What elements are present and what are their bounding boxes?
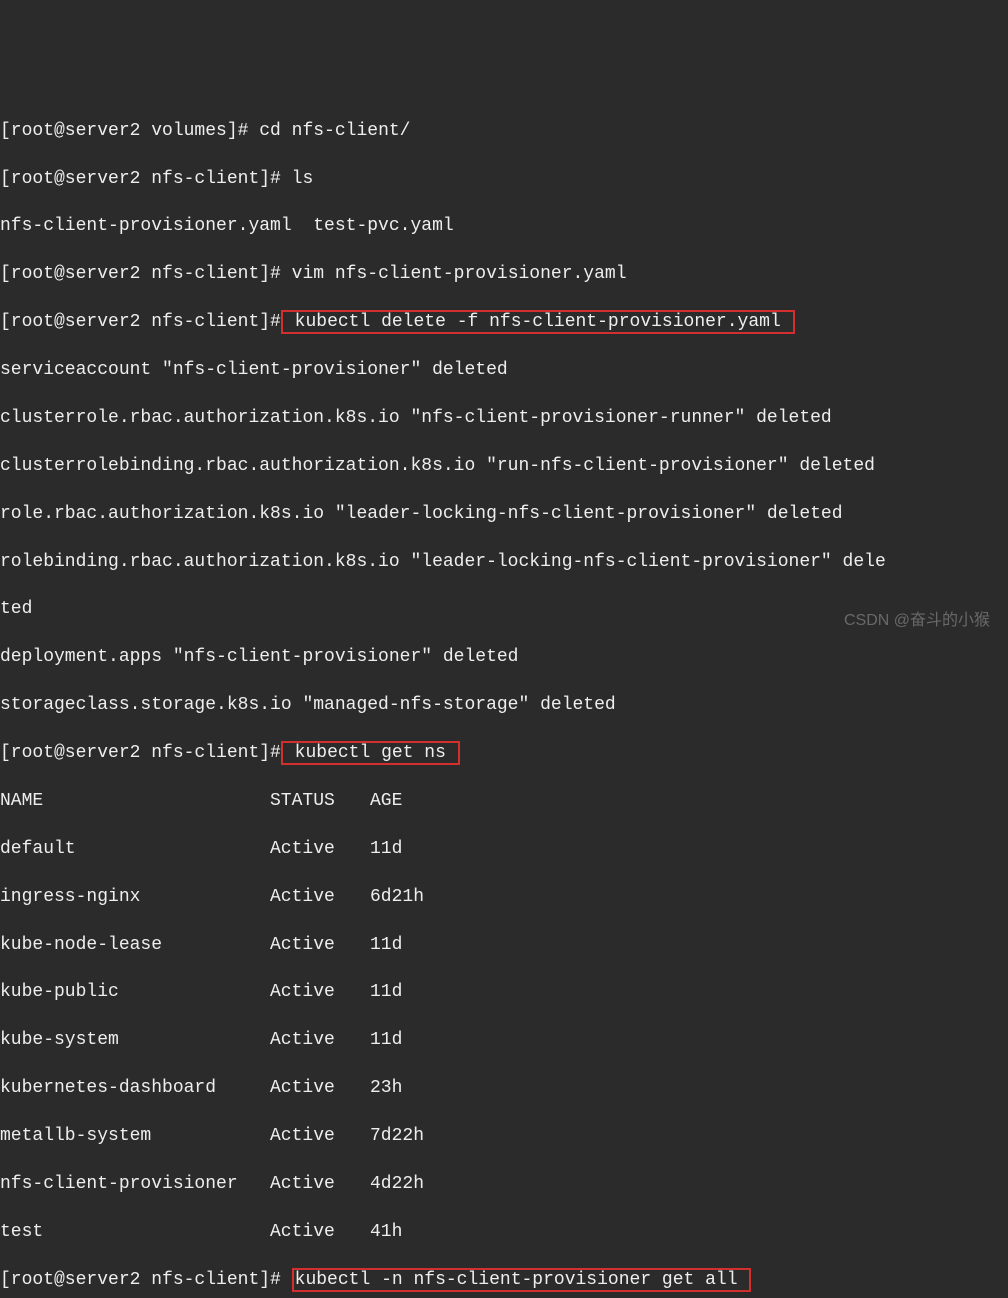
cell-age: 23h <box>370 1077 402 1101</box>
terminal-line: [root@server2 nfs-client]# ls <box>0 168 1008 192</box>
cell-status: Active <box>270 1173 370 1197</box>
terminal-line: [root@server2 nfs-client]# kubectl -n nf… <box>0 1269 1008 1293</box>
table-row: testActive41h <box>0 1221 1008 1245</box>
terminal-line: [root@server2 nfs-client]# kubectl delet… <box>0 311 1008 335</box>
shell-prompt: [root@server2 nfs-client]# <box>0 264 292 284</box>
terminal-line: [root@server2 nfs-client]# vim nfs-clien… <box>0 263 1008 287</box>
command-text: vim nfs-client-provisioner.yaml <box>292 264 627 284</box>
table-row: kubernetes-dashboardActive23h <box>0 1077 1008 1101</box>
watermark-text: CSDN @奋斗的小猴 <box>844 610 990 631</box>
cell-name: default <box>0 838 270 862</box>
highlighted-command: kubectl delete -f nfs-client-provisioner… <box>281 310 795 334</box>
cell-age: 6d21h <box>370 886 424 910</box>
highlighted-command: kubectl -n nfs-client-provisioner get al… <box>292 1268 752 1292</box>
cell-name: nfs-client-provisioner <box>0 1173 270 1197</box>
command-text: ls <box>292 169 314 189</box>
output-text: serviceaccount "nfs-client-provisioner" … <box>0 359 1008 383</box>
cell-status: Active <box>270 886 370 910</box>
cell-name: metallb-system <box>0 1125 270 1149</box>
shell-prompt: [root@server2 nfs-client]# <box>0 312 281 332</box>
cell-name: kube-system <box>0 1029 270 1053</box>
highlighted-command: kubectl get ns <box>281 741 460 765</box>
column-status: STATUS <box>270 790 370 814</box>
output-text: storageclass.storage.k8s.io "managed-nfs… <box>0 694 1008 718</box>
shell-prompt: [root@server2 volumes]# <box>0 121 259 141</box>
table-row: kube-node-leaseActive11d <box>0 934 1008 958</box>
output-text: deployment.apps "nfs-client-provisioner"… <box>0 646 1008 670</box>
output-text: rolebinding.rbac.authorization.k8s.io "l… <box>0 551 1008 575</box>
output-text: clusterrole.rbac.authorization.k8s.io "n… <box>0 407 1008 431</box>
cell-age: 7d22h <box>370 1125 424 1149</box>
table-row: metallb-systemActive7d22h <box>0 1125 1008 1149</box>
table-header: NAMESTATUSAGE <box>0 790 1008 814</box>
cell-age: 11d <box>370 1029 402 1053</box>
output-text: clusterrolebinding.rbac.authorization.k8… <box>0 455 1008 479</box>
cell-status: Active <box>270 1125 370 1149</box>
terminal-line: [root@server2 volumes]# cd nfs-client/ <box>0 120 1008 144</box>
shell-prompt: [root@server2 nfs-client]# <box>0 169 292 189</box>
shell-prompt: [root@server2 nfs-client]# <box>0 743 281 763</box>
cell-status: Active <box>270 934 370 958</box>
command-text: cd nfs-client/ <box>259 121 410 141</box>
terminal-output[interactable]: [root@server2 volumes]# cd nfs-client/ [… <box>0 96 1008 1298</box>
terminal-line: [root@server2 nfs-client]# kubectl get n… <box>0 742 1008 766</box>
output-text: role.rbac.authorization.k8s.io "leader-l… <box>0 503 1008 527</box>
cell-status: Active <box>270 1077 370 1101</box>
cell-status: Active <box>270 981 370 1005</box>
cell-age: 4d22h <box>370 1173 424 1197</box>
cell-age: 11d <box>370 981 402 1005</box>
table-row: kube-publicActive11d <box>0 981 1008 1005</box>
column-name: NAME <box>0 790 270 814</box>
cell-status: Active <box>270 838 370 862</box>
table-row: ingress-nginxActive6d21h <box>0 886 1008 910</box>
table-row: defaultActive11d <box>0 838 1008 862</box>
table-row: kube-systemActive11d <box>0 1029 1008 1053</box>
column-age: AGE <box>370 790 402 814</box>
cell-name: test <box>0 1221 270 1245</box>
cell-status: Active <box>270 1221 370 1245</box>
cell-name: kube-node-lease <box>0 934 270 958</box>
cell-age: 11d <box>370 838 402 862</box>
cell-age: 41h <box>370 1221 402 1245</box>
cell-age: 11d <box>370 934 402 958</box>
cell-status: Active <box>270 1029 370 1053</box>
shell-prompt: [root@server2 nfs-client]# <box>0 1270 292 1290</box>
cell-name: kube-public <box>0 981 270 1005</box>
output-text: nfs-client-provisioner.yaml test-pvc.yam… <box>0 215 1008 239</box>
cell-name: kubernetes-dashboard <box>0 1077 270 1101</box>
table-row: nfs-client-provisionerActive4d22h <box>0 1173 1008 1197</box>
cell-name: ingress-nginx <box>0 886 270 910</box>
